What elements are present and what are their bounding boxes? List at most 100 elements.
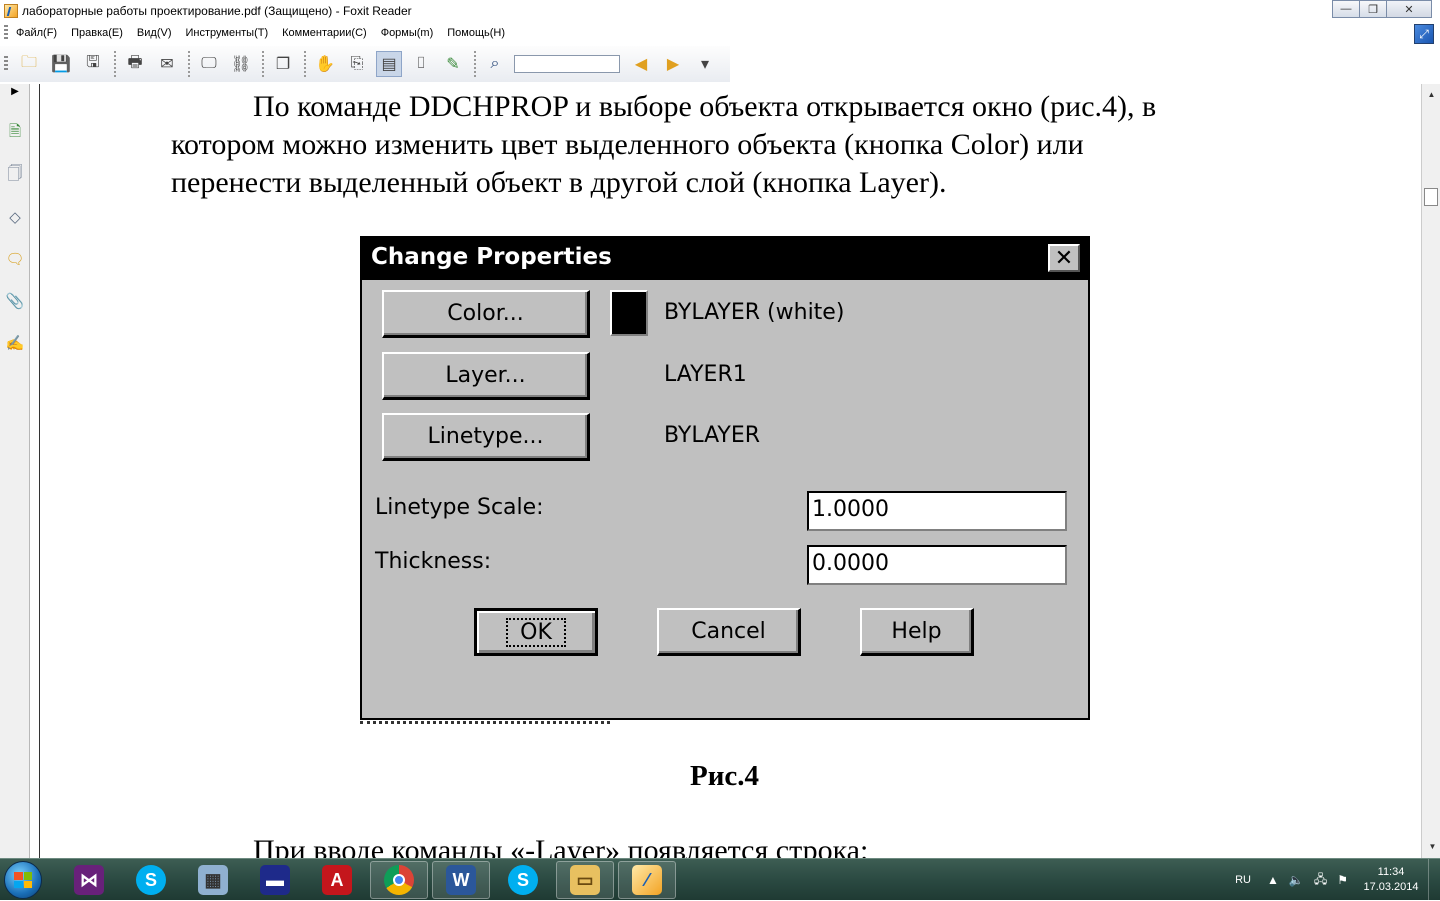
- taskbar-skype-icon[interactable]: S: [122, 861, 180, 899]
- scroll-thumb[interactable]: [1424, 188, 1438, 206]
- taskbar-skype-2-icon[interactable]: S: [494, 861, 552, 899]
- pages-icon[interactable]: ❐: [270, 51, 296, 77]
- taskbar-foxit-reader-icon[interactable]: ⁄: [618, 861, 676, 899]
- dialog-close-icon: ✕: [1048, 244, 1080, 272]
- ok-button: OK: [474, 608, 598, 656]
- paragraph-line-2: котором можно изменить цвет выделенного …: [171, 128, 1084, 161]
- save-as-icon[interactable]: 🖫: [80, 51, 106, 77]
- find-next-icon[interactable]: ▶: [660, 51, 686, 77]
- help-button: Help: [860, 608, 974, 656]
- dialog-titlebar: Change Properties ✕: [362, 238, 1088, 280]
- window-titlebar: лабораторные работы проектирование.pdf (…: [0, 0, 1440, 22]
- document-view[interactable]: По команде DDCHPROP и выборе объекта отк…: [40, 84, 1421, 858]
- color-button-label: Color...: [447, 301, 524, 326]
- page-thumbnails-icon[interactable]: 🗍: [5, 164, 25, 186]
- search-input[interactable]: [514, 55, 620, 73]
- save-icon[interactable]: 💾: [48, 51, 74, 77]
- toolbar-separator: [188, 51, 190, 77]
- menu-edit[interactable]: Правка(E): [71, 27, 123, 39]
- ok-button-label: OK: [506, 617, 566, 647]
- linetype-value: BYLAYER: [664, 423, 761, 448]
- expand-icon[interactable]: ⤢: [1414, 24, 1434, 44]
- window-controls: — ❐ ✕: [1332, 0, 1432, 18]
- binoculars-icon[interactable]: ⌕: [482, 51, 508, 77]
- linetype-button-label: Linetype...: [427, 424, 544, 449]
- toolbar-separator: [262, 51, 264, 77]
- paragraph-line-3: перенести выделенный объект в другой сло…: [171, 166, 947, 199]
- fullscreen-icon[interactable]: 🖵: [196, 51, 222, 77]
- color-value: BYLAYER (white): [664, 300, 845, 325]
- foxit-app-icon: [4, 4, 18, 18]
- close-window-button[interactable]: ✕: [1386, 0, 1432, 18]
- taskbar-visual-studio-icon[interactable]: ⋈: [60, 861, 118, 899]
- navigation-panel: ▶ 🗎 🗍 ◇ 🗨 📎 ✍: [0, 84, 30, 858]
- menu-file[interactable]: Файл(F): [16, 27, 57, 39]
- document-paragraph: По команде DDCHPROP и выборе объекта отк…: [171, 88, 1291, 202]
- text-tool-icon[interactable]: ▤: [376, 51, 402, 77]
- volume-icon[interactable]: 🔈: [1289, 873, 1304, 887]
- select-text-icon[interactable]: ⎘: [344, 51, 370, 77]
- menu-view[interactable]: Вид(V): [137, 27, 172, 39]
- show-desktop-button[interactable]: [1428, 859, 1440, 901]
- clock-date: 17.03.2014: [1363, 881, 1419, 893]
- cancel-button: Cancel: [657, 608, 801, 656]
- toolbar: 🗀 💾 🖫 🖶 ✉ 🖵 ⛓ ❐ ✋ ⎘ ▤ ⌷ ✎ ⌕ ◀ ▶ ▾: [0, 46, 730, 82]
- open-folder-icon[interactable]: 🗀: [16, 51, 42, 77]
- help-button-label: Help: [891, 619, 942, 644]
- layers-icon[interactable]: ◇: [5, 206, 25, 228]
- clock[interactable]: 11:34 17.03.2014: [1358, 865, 1424, 895]
- toolbar-grip: [4, 56, 8, 72]
- linetype-scale-label: Linetype Scale:: [375, 495, 544, 520]
- show-hidden-icons-icon[interactable]: ▲: [1267, 873, 1279, 887]
- print-icon[interactable]: 🖶: [122, 51, 148, 77]
- windows-taskbar: ⋈ S ▦ ▬ A W S ▭ ⁄ RU ▲ 🔈 🖧 ⚑ 11:34 17.03…: [0, 858, 1440, 901]
- find-previous-icon[interactable]: ◀: [628, 51, 654, 77]
- taskbar-chrome-icon[interactable]: [370, 861, 428, 899]
- cancel-button-label: Cancel: [691, 619, 766, 644]
- hand-tool-icon[interactable]: ✋: [312, 51, 338, 77]
- paragraph-line-1: По команде DDCHPROP и выборе объекта отк…: [253, 90, 1157, 123]
- toolbar-separator: [304, 51, 306, 77]
- linetype-scale-field: 1.0000: [807, 491, 1067, 531]
- bookmarks-icon[interactable]: 🗎: [5, 122, 25, 144]
- minimize-button[interactable]: —: [1332, 0, 1360, 18]
- taskbar-autocad-icon[interactable]: A: [308, 861, 366, 899]
- menu-bar: Файл(F) Правка(E) Вид(V) Инструменты(T) …: [0, 22, 1440, 44]
- document-edge: [30, 84, 40, 858]
- layer-button: Layer...: [382, 352, 590, 400]
- taskbar-calculator-icon[interactable]: ▦: [184, 861, 242, 899]
- menu-tools[interactable]: Инструменты(T): [186, 27, 269, 39]
- snapshot-icon[interactable]: ⌷: [408, 51, 434, 77]
- scroll-down-icon[interactable]: ▼: [1424, 838, 1440, 854]
- panel-expand-icon[interactable]: ▶: [4, 86, 26, 102]
- network-icon[interactable]: 🖧: [1314, 870, 1327, 891]
- scroll-up-icon[interactable]: ▲: [1423, 86, 1440, 102]
- vertical-scrollbar[interactable]: ▲ ▼: [1421, 84, 1440, 858]
- thickness-label: Thickness:: [375, 549, 492, 574]
- attachments-icon[interactable]: 📎: [5, 290, 25, 312]
- layer-button-label: Layer...: [445, 363, 526, 388]
- start-button[interactable]: [4, 861, 42, 899]
- search-options-icon[interactable]: ▾: [692, 51, 718, 77]
- signatures-icon[interactable]: ✍: [5, 332, 25, 354]
- menu-help[interactable]: Помощь(H): [447, 27, 505, 39]
- menu-forms[interactable]: Формы(m): [381, 27, 434, 39]
- taskbar-save-disk-icon[interactable]: ▬: [246, 861, 304, 899]
- figure-dotted-edge: [360, 721, 610, 725]
- language-indicator[interactable]: RU: [1235, 874, 1251, 886]
- layer-value: LAYER1: [664, 362, 747, 387]
- dialog-title: Change Properties: [371, 244, 612, 270]
- taskbar-word-icon[interactable]: W: [432, 861, 490, 899]
- toolbar-separator: [474, 51, 476, 77]
- menu-comments[interactable]: Комментарии(C): [282, 27, 367, 39]
- email-icon[interactable]: ✉: [154, 51, 180, 77]
- next-paragraph-line: При вводе команды «-Layer» появляется ст…: [253, 834, 869, 858]
- thickness-field: 0.0000: [807, 545, 1067, 585]
- typewriter-icon[interactable]: ✎: [440, 51, 466, 77]
- change-properties-dialog-image: Change Properties ✕ Color... BYLAYER (wh…: [360, 236, 1090, 720]
- restore-button[interactable]: ❐: [1359, 0, 1387, 18]
- action-center-flag-icon[interactable]: ⚑: [1337, 873, 1348, 887]
- taskbar-explorer-icon[interactable]: ▭: [556, 861, 614, 899]
- link-icon[interactable]: ⛓: [228, 51, 254, 77]
- comments-icon[interactable]: 🗨: [5, 248, 25, 270]
